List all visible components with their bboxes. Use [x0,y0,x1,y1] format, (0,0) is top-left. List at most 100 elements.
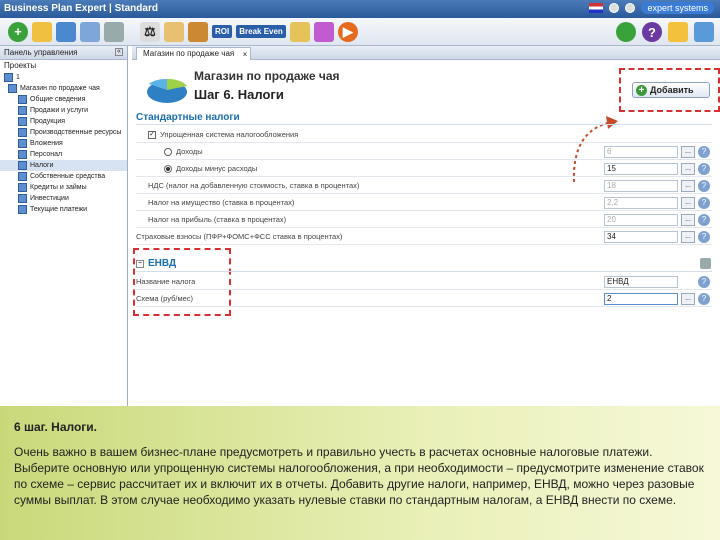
row-label: Название налога [136,277,196,286]
export-icon[interactable] [188,21,208,42]
caption-title: 6 шаг. Налоги. [14,420,97,434]
flag-icon[interactable] [589,3,604,13]
play-icon[interactable]: ▶ [337,21,358,42]
tree-item-investors[interactable]: Инвестиции [0,193,127,204]
tree-item-root[interactable]: 1 [0,72,127,83]
envd-row-scheme: Схема (руб/мес) 2 ... ? [136,291,712,307]
control-panel-header: Панель управления « [0,46,127,60]
step-title: Шаг 6. Налоги [194,87,284,102]
income-radio[interactable] [164,147,172,156]
copy-icon[interactable] [80,21,100,42]
tree-item-label: Инвестиции [30,195,69,202]
insurance-rate-field[interactable]: 34 [604,231,678,243]
help-icon[interactable]: ? [698,180,710,192]
envd-header: − ЕНВД [136,256,712,272]
row-label: Упрощенная система налогообложения [160,130,299,139]
page-icon [18,95,27,104]
mail-icon[interactable] [694,22,714,42]
row-label: Налог на прибыль (ставка в процентах) [148,215,287,224]
help-icon[interactable]: ? [698,293,710,305]
tree-item-sales[interactable]: Продажи и услуги [0,105,127,116]
chart-icon[interactable] [313,21,334,42]
tab-bar: Магазин по продаже чая × [132,46,720,60]
tree-item-staff[interactable]: Персонал [0,149,127,160]
tree-item-taxes[interactable]: Налоги [0,160,127,171]
minus-icon[interactable]: − [136,259,144,268]
more-button[interactable]: ... [681,180,695,192]
row-label: Схема (руб/мес) [136,294,194,303]
help-icon[interactable]: ? [698,214,710,226]
property-tax-rate-field[interactable]: 2,2 [604,197,678,209]
lock-icon[interactable] [625,3,636,13]
help-icon[interactable]: ? [642,22,662,42]
tax-row-vat: НДС (налог на добавленную стоимость, ста… [136,178,712,194]
page-icon [18,172,27,181]
edit-icon[interactable] [668,22,688,42]
tree-item-general[interactable]: Общие сведения [0,94,127,105]
add-button[interactable]: + Добавить [632,82,710,98]
tree-item-resources[interactable]: Производственные ресурсы [0,127,127,138]
projects-label: Проекты [4,61,37,70]
profit-tax-rate-field[interactable]: 20 [604,214,678,226]
app-title: Business Plan Expert | Standard [4,3,158,14]
more-button[interactable]: ... [681,214,695,226]
scales-icon[interactable]: ⚖ [140,21,160,42]
more-button[interactable]: ... [681,146,695,158]
projects-header[interactable]: Проекты [0,60,127,72]
report-icon[interactable] [289,21,310,42]
money-bag-icon[interactable] [164,21,184,42]
more-button[interactable]: ... [681,231,695,243]
help-icon[interactable]: ? [698,163,710,175]
save-icon[interactable] [56,21,76,42]
explanation-panel: 6 шаг. Налоги. Очень важно в вашем бизне… [0,406,720,540]
tax-row-income: Доходы 6 ... ? [136,144,712,160]
vat-rate-field[interactable]: 18 [604,180,678,192]
open-folder-icon[interactable] [32,21,52,42]
row-label: НДС (налог на добавленную стоимость, ста… [148,181,360,190]
income-rate-field[interactable]: 6 [604,146,678,158]
more-button[interactable]: ... [681,197,695,209]
tree-item-project[interactable]: Магазин по продаже чая [0,83,127,94]
income-minus-expenses-radio[interactable] [164,164,172,173]
help-icon[interactable]: ? [698,276,710,288]
tree-item-label: Магазин по продаже чая [20,85,100,92]
break-even-button[interactable]: Break Even [236,25,286,38]
close-icon[interactable]: × [243,50,248,59]
add-project-icon[interactable]: + [8,21,28,42]
envd-name-field[interactable]: ЕНВД [604,276,678,288]
collapse-icon[interactable]: « [115,48,123,56]
globe-icon[interactable] [609,3,620,13]
tax-row-profit: Налог на прибыль (ставка в процентах) 20… [136,212,712,228]
help-icon[interactable]: ? [698,197,710,209]
page-icon [18,117,27,126]
users-icon[interactable] [616,22,636,42]
toolbar: + ⚖ ROI Break Even ▶ ? [0,18,720,46]
help-icon[interactable]: ? [698,146,710,158]
tree-item-products[interactable]: Продукция [0,116,127,127]
page-icon [18,106,27,115]
envd-title: ЕНВД [148,258,177,269]
more-button[interactable]: ... [681,293,695,305]
usn-checkbox[interactable]: ✓ [148,130,156,139]
tree-item-payments[interactable]: Текущие платежи [0,204,127,215]
tree-item-label: Собственные средства [30,173,106,180]
tree-item-label: Продукция [30,118,66,125]
help-icon[interactable]: ? [698,231,710,243]
title-bar: Business Plan Expert | Standard expert s… [0,0,720,18]
tree-item-label: 1 [16,74,20,81]
plus-icon: + [636,84,647,96]
page-icon [18,139,27,148]
tree-item-investments[interactable]: Вложения [0,138,127,149]
delete-icon[interactable] [700,258,711,269]
roi-button[interactable]: ROI [212,25,233,38]
tree-item-own-funds[interactable]: Собственные средства [0,171,127,182]
row-label: Страховые взносы (ПФР+ФОМС+ФСС ставка в … [136,232,343,241]
row-label: Налог на имущество (ставка в процентах) [148,198,295,207]
folder-icon [8,84,17,93]
envd-scheme-field[interactable]: 2 [604,293,678,305]
tab-project[interactable]: Магазин по продаже чая × [136,47,252,60]
delete-icon[interactable] [104,21,124,42]
more-button[interactable]: ... [681,163,695,175]
income-minus-expenses-rate-field[interactable]: 15 [604,163,678,175]
tree-item-credits[interactable]: Кредиты и займы [0,182,127,193]
